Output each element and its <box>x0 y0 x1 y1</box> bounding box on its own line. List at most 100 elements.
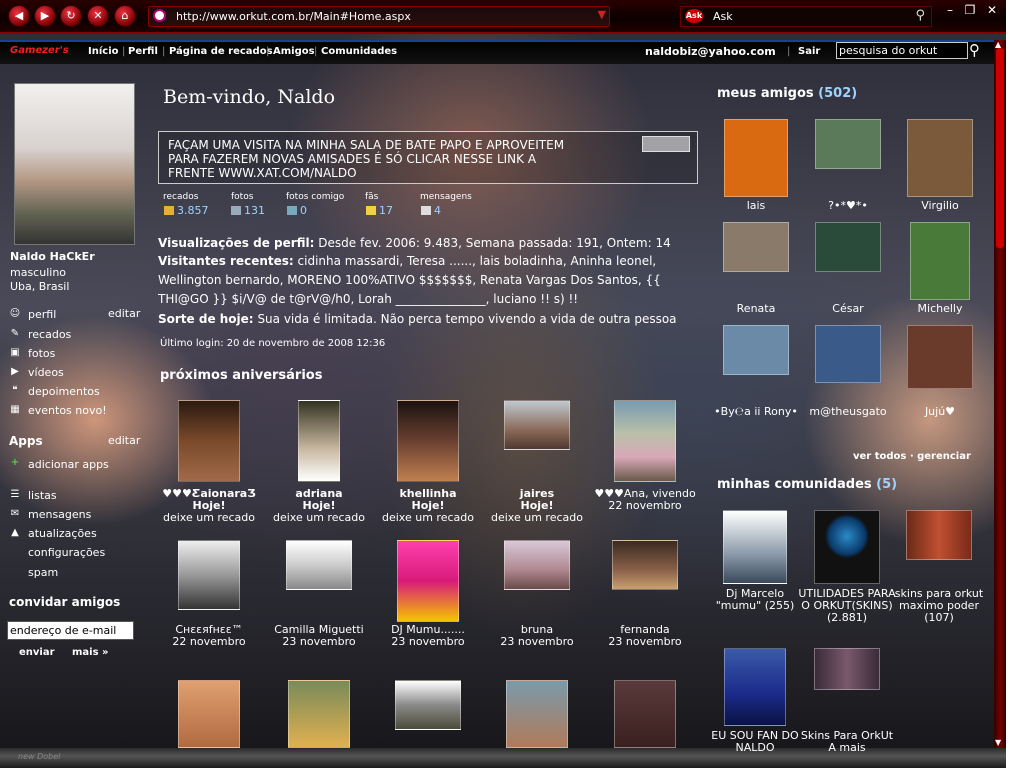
friend-photo[interactable] <box>723 222 789 272</box>
menu-mensagens[interactable]: mensagens <box>28 508 91 521</box>
home-icon[interactable]: ⌂ <box>114 5 136 27</box>
communities-heading[interactable]: minhas comunidades (5) <box>717 477 897 492</box>
birthday-card[interactable]: khellinha Hoje! deixe um recado <box>373 400 483 524</box>
friend-photo[interactable] <box>815 119 881 169</box>
stop-icon[interactable]: ✕ <box>87 5 109 27</box>
birthday-card[interactable]: ♥♥♥Ana, vivendo 22 novembro <box>590 400 700 512</box>
menu-listas[interactable]: listas <box>28 489 57 502</box>
community-tile[interactable]: EU SOU FAN DO NALDO <box>705 648 805 754</box>
friend-photo[interactable] <box>724 119 788 197</box>
friend-photo[interactable] <box>178 680 240 748</box>
status-edit-button[interactable] <box>642 136 690 152</box>
community-photo[interactable] <box>906 510 972 560</box>
birthday-card[interactable]: ♥♥♥ƸaionaraƷ Hoje! deixe um recado <box>154 400 264 524</box>
community-photo[interactable] <box>814 648 880 690</box>
edit-profile-link[interactable]: editar <box>108 307 140 320</box>
friend-photo[interactable] <box>397 540 459 622</box>
friend-photo[interactable] <box>815 325 881 383</box>
forward-icon[interactable]: ▶ <box>34 5 56 27</box>
scrollbar-thumb[interactable] <box>996 48 1004 248</box>
menu-spam[interactable]: spam <box>28 566 58 579</box>
menu-fotos[interactable]: fotos <box>28 347 55 360</box>
orkut-search-input[interactable] <box>836 42 968 59</box>
birthday-card[interactable] <box>482 680 592 748</box>
nav-amigos[interactable]: Amigos <box>273 46 315 57</box>
friend-photo[interactable] <box>504 540 570 590</box>
friend-tile[interactable]: Jujú♥ <box>895 325 985 418</box>
community-tile[interactable]: UTILIDADES PARA O ORKUT(SKINS) (2.881) <box>797 510 897 624</box>
friend-photo[interactable] <box>614 400 676 482</box>
minimize-icon[interactable]: – <box>942 3 958 17</box>
search-icon[interactable]: ⚲ <box>915 8 925 23</box>
friend-photo[interactable] <box>286 540 352 590</box>
logout-link[interactable]: Sair <box>798 46 820 57</box>
friend-photo[interactable] <box>506 680 568 748</box>
friend-photo[interactable] <box>395 680 461 730</box>
friend-photo[interactable] <box>815 222 881 272</box>
birthday-card[interactable] <box>590 680 700 748</box>
search-icon[interactable]: ⚲ <box>969 41 980 59</box>
friend-photo[interactable] <box>178 540 240 610</box>
status-message-box[interactable]: FAÇAM UMA VISITA NA MINHA SALA DE BATE P… <box>158 131 698 184</box>
url-text[interactable]: http://www.orkut.com.br/Main#Home.aspx <box>176 10 411 23</box>
url-dropdown-icon[interactable]: ▼ <box>598 8 606 21</box>
stat-recados[interactable]: 3.857 <box>164 204 209 217</box>
edit-apps-link[interactable]: editar <box>108 434 140 447</box>
scroll-down-icon[interactable]: ▼ <box>995 738 1001 747</box>
friend-tile[interactable]: •By℮a ii Rony• <box>711 325 801 418</box>
restore-icon[interactable]: ❐ <box>962 3 978 17</box>
close-icon[interactable]: ✕ <box>984 3 1000 17</box>
birthday-card[interactable]: DJ Mumu....... 23 novembro <box>373 540 483 648</box>
profile-name[interactable]: Naldo HaCkEr <box>10 250 95 263</box>
stat-mensagens[interactable]: 4 <box>421 204 441 217</box>
birthday-card[interactable] <box>154 680 264 748</box>
friend-tile[interactable]: ?•*♥*• <box>803 119 893 212</box>
birthday-card[interactable]: bruna 23 novembro <box>482 540 592 648</box>
invite-more-link[interactable]: mais » <box>72 647 109 658</box>
friend-photo[interactable] <box>612 540 678 590</box>
community-photo[interactable] <box>724 648 786 726</box>
menu-depoimentos[interactable]: depoimentos <box>28 385 100 398</box>
menu-eventos[interactable]: eventos novo! <box>28 404 107 417</box>
address-bar[interactable]: http://www.orkut.com.br/Main#Home.aspx ▼ <box>148 6 610 27</box>
menu-configuracoes[interactable]: configurações <box>28 546 105 559</box>
birthday-card[interactable] <box>373 680 483 730</box>
ask-search-box[interactable]: Ask Ask ⚲ <box>680 6 932 27</box>
birthday-card[interactable]: Camilla Miguetti 23 novembro <box>264 540 374 648</box>
friend-photo[interactable] <box>614 680 676 748</box>
friends-heading[interactable]: meus amigos (502) <box>717 86 857 101</box>
invite-send-button[interactable]: enviar <box>19 647 55 658</box>
stat-fas[interactable]: 17 <box>366 204 393 217</box>
menu-atualizacoes[interactable]: atualizações <box>28 527 97 540</box>
nav-inicio[interactable]: Início <box>88 46 119 57</box>
see-all-friends-link[interactable]: ver todos · gerenciar <box>853 451 971 462</box>
community-photo[interactable] <box>723 510 787 584</box>
friend-photo[interactable] <box>723 325 789 375</box>
menu-perfil[interactable]: perfil <box>28 308 56 321</box>
community-photo[interactable] <box>814 510 880 584</box>
page-scrollbar[interactable]: ▲ ▼ <box>994 40 1006 748</box>
birthday-card[interactable]: jaires Hoje! deixe um recado <box>482 400 592 524</box>
nav-perfil[interactable]: Perfil <box>128 46 158 57</box>
friend-photo[interactable] <box>504 400 570 450</box>
community-tile[interactable]: Dj Marcelo "mumu" (255) <box>705 510 805 612</box>
friend-tile[interactable]: m@theusgato <box>803 325 893 418</box>
menu-recados[interactable]: recados <box>28 328 71 341</box>
friend-photo[interactable] <box>298 400 340 482</box>
friend-photo[interactable] <box>907 325 973 389</box>
profile-avatar[interactable] <box>14 83 135 245</box>
menu-videos[interactable]: vídeos <box>28 366 64 379</box>
refresh-icon[interactable]: ↻ <box>60 5 82 27</box>
friend-photo[interactable] <box>397 400 459 482</box>
stat-fotos[interactable]: 131 <box>231 204 265 217</box>
back-icon[interactable]: ◀ <box>8 5 30 27</box>
add-apps-link[interactable]: adicionar apps <box>28 458 109 471</box>
birthday-card[interactable]: Cнεεяfнεε™ 22 novembro <box>154 540 264 648</box>
nav-comunidades[interactable]: Comunidades <box>321 46 397 57</box>
friend-tile[interactable]: César <box>803 222 893 315</box>
stat-fotos-comigo[interactable]: 0 <box>287 204 307 217</box>
friend-photo[interactable] <box>178 400 240 482</box>
friend-tile[interactable]: Virgilio <box>895 119 985 212</box>
friend-tile[interactable]: lais <box>711 119 801 212</box>
birthday-card[interactable] <box>264 680 374 748</box>
